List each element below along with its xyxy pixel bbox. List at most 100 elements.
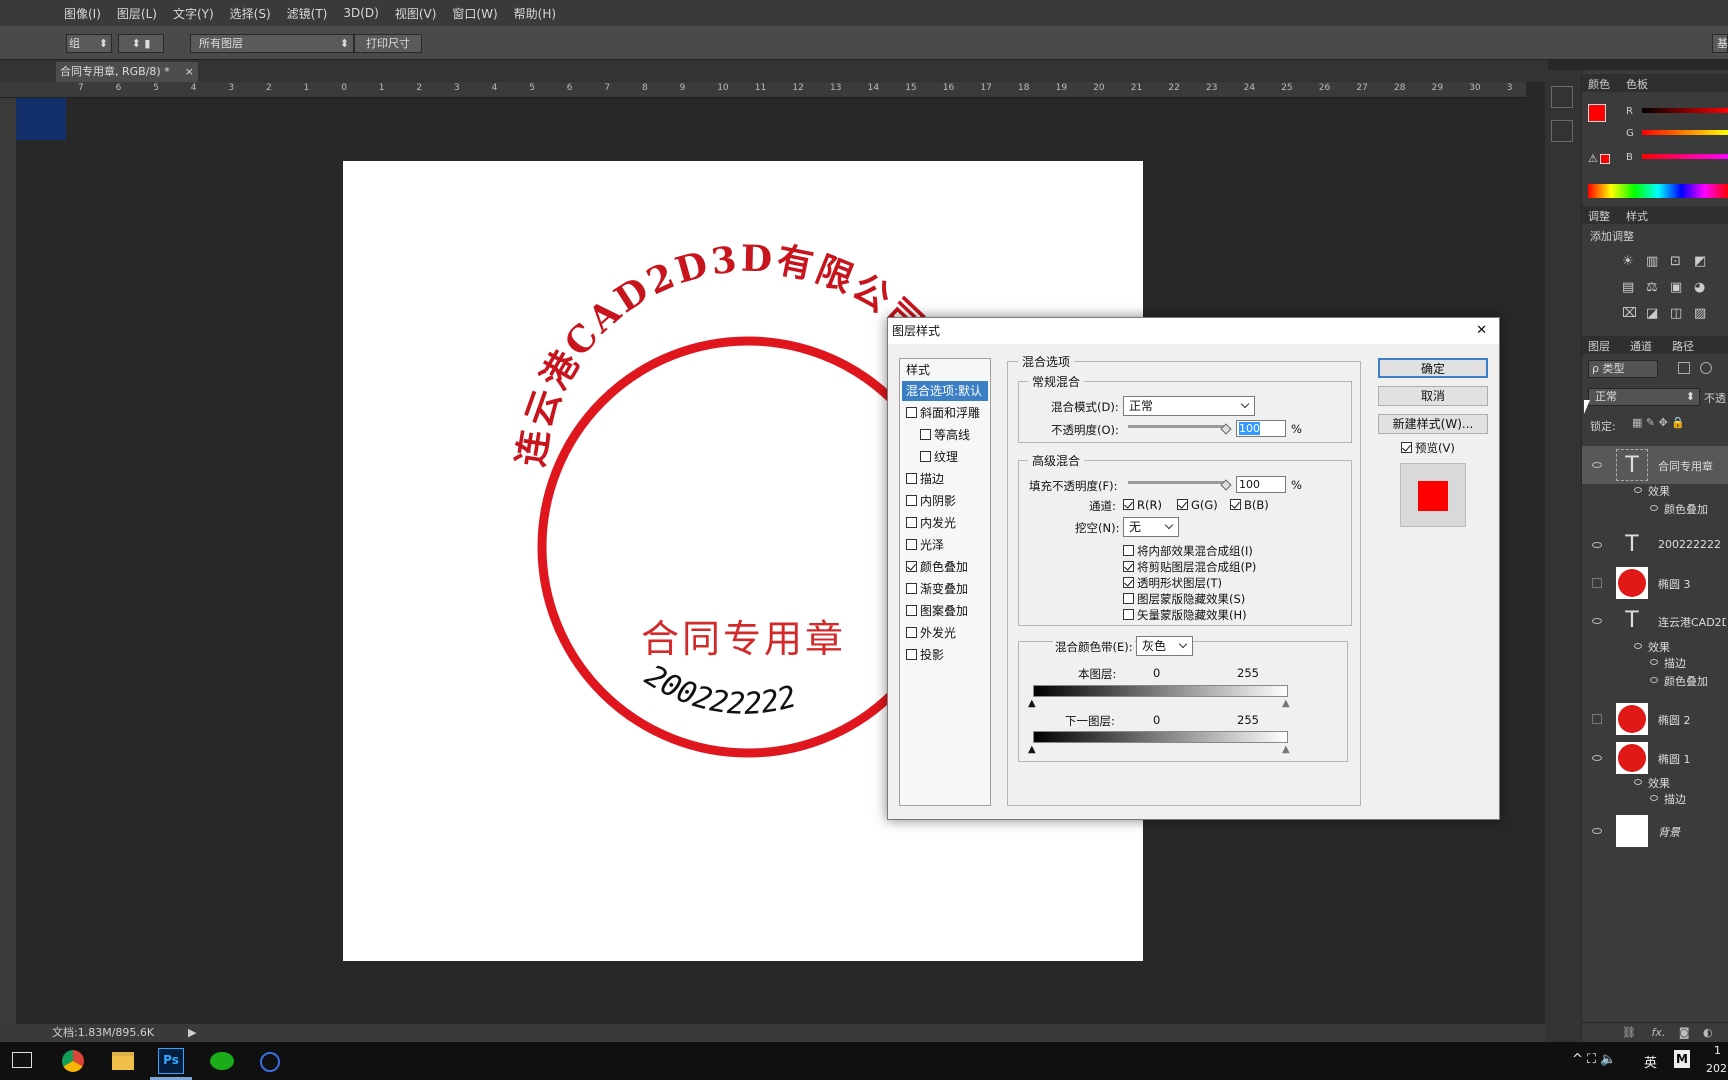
group-select[interactable]: 组 ⬍	[66, 34, 112, 53]
advanced-option[interactable]: 将内部效果混合成组(I)	[1123, 543, 1253, 559]
opacity-slider[interactable]	[1128, 425, 1226, 428]
image-filter-icon[interactable]	[1678, 362, 1690, 374]
adjustment-icon[interactable]: ◪	[1646, 306, 1658, 321]
advanced-option[interactable]: 图层蒙版隐藏效果(S)	[1123, 591, 1245, 607]
new-style-button[interactable]: 新建样式(W)...	[1378, 414, 1488, 434]
layer-effect-row[interactable]: 描边	[1582, 790, 1728, 806]
eye-icon[interactable]	[1592, 542, 1602, 548]
channel-g-check[interactable]	[1177, 499, 1188, 510]
layer-effect-row[interactable]: 效果	[1582, 638, 1728, 654]
eye-icon[interactable]	[1650, 659, 1658, 665]
tab-swatches[interactable]: 色板	[1626, 76, 1648, 92]
adjustment-icon[interactable]: ▨	[1694, 306, 1706, 321]
knockout-select[interactable]: 无	[1123, 517, 1179, 537]
tab-channels[interactable]: 通道	[1630, 338, 1652, 354]
fx-icon[interactable]: fx.	[1651, 1026, 1665, 1039]
advanced-option[interactable]: 将剪贴图层混合成组(P)	[1123, 559, 1256, 575]
advanced-option-checkbox[interactable]	[1123, 577, 1134, 588]
ok-button[interactable]: 确定	[1378, 358, 1488, 378]
menu-view[interactable]: 视图(V)	[395, 5, 437, 22]
style-item[interactable]: 纹理	[902, 447, 988, 467]
cancel-button[interactable]: 取消	[1378, 386, 1488, 406]
preview-check[interactable]	[1401, 442, 1412, 453]
style-item-checkbox[interactable]	[906, 539, 917, 550]
app-icon[interactable]	[260, 1052, 280, 1072]
style-item[interactable]: 描边	[902, 469, 988, 489]
layer-row[interactable]: T 200222222	[1582, 526, 1728, 564]
style-item-checkbox[interactable]	[906, 517, 917, 528]
layer-row[interactable]: 背景	[1582, 812, 1728, 850]
g-slider[interactable]	[1642, 130, 1728, 135]
eye-icon[interactable]	[1592, 618, 1602, 624]
menu-3d[interactable]: 3D(D)	[343, 6, 378, 20]
layer-effect-row[interactable]: 描边	[1582, 654, 1728, 670]
style-item-checkbox[interactable]	[906, 473, 917, 484]
tray-icons[interactable]: ^ ⛶ 🔈	[1572, 1052, 1616, 1067]
style-item[interactable]: 混合选项:默认	[902, 381, 988, 401]
style-item-checkbox[interactable]	[920, 429, 931, 440]
color-spectrum[interactable]	[1588, 184, 1728, 198]
adjustment-icon[interactable]: ▥	[1646, 254, 1658, 269]
channel-b-checkbox[interactable]: B(B)	[1230, 498, 1269, 512]
style-item-checkbox[interactable]	[906, 649, 917, 660]
layer-row[interactable]: T 连云港CAD2D	[1582, 602, 1728, 640]
mask-icon[interactable]: ◙	[1679, 1026, 1690, 1039]
chrome-icon[interactable]	[62, 1050, 84, 1072]
layer-effect-row[interactable]: 效果	[1582, 482, 1728, 498]
adjustment-icon[interactable]: ▣	[1670, 280, 1682, 295]
b-slider[interactable]	[1642, 154, 1728, 159]
style-item-checkbox[interactable]	[906, 605, 917, 616]
advanced-option-checkbox[interactable]	[1123, 609, 1134, 620]
channel-r-checkbox[interactable]: R(R)	[1123, 498, 1162, 512]
style-item[interactable]: 等高线	[902, 425, 988, 445]
workspace-button[interactable]: 基	[1712, 34, 1728, 53]
status-arrow-icon[interactable]: ▶	[188, 1024, 196, 1042]
layer-row[interactable]: T 合同专用章	[1582, 446, 1728, 484]
layer-row[interactable]: 椭圆 2	[1582, 700, 1728, 738]
layers-scope-select[interactable]: 所有图层 ⬍	[190, 34, 354, 53]
under-layer-gradient[interactable]	[1033, 731, 1288, 743]
transform-toggle[interactable]: ⬍ ▮	[118, 34, 164, 53]
eye-icon[interactable]	[1592, 755, 1602, 761]
properties-icon[interactable]	[1551, 126, 1573, 148]
adjustment-icon[interactable]: ◫	[1670, 306, 1682, 321]
document-tab-close-icon[interactable]: ×	[185, 62, 194, 82]
menu-layer[interactable]: 图层(L)	[117, 5, 157, 22]
style-item-checkbox[interactable]	[906, 627, 917, 638]
menu-type[interactable]: 文字(Y)	[173, 5, 214, 22]
blend-mode-select[interactable]: 正常 ⬍	[1588, 388, 1700, 406]
eye-icon[interactable]	[1592, 462, 1602, 468]
style-item-checkbox[interactable]	[906, 495, 917, 506]
this-layer-gradient[interactable]	[1033, 685, 1288, 697]
menu-select[interactable]: 选择(S)	[230, 5, 271, 22]
file-explorer-icon[interactable]	[112, 1052, 134, 1070]
eye-icon[interactable]	[1634, 487, 1642, 493]
menu-filter[interactable]: 滤镜(T)	[287, 5, 328, 22]
task-view-icon[interactable]	[12, 1052, 32, 1068]
adjustment-icon[interactable]: ◩	[1694, 254, 1706, 269]
tab-paths[interactable]: 路径	[1672, 338, 1694, 354]
link-icon[interactable]: ⛓	[1622, 1026, 1636, 1039]
menu-help[interactable]: 帮助(H)	[514, 5, 556, 22]
style-item[interactable]: 渐变叠加	[902, 579, 988, 599]
style-item[interactable]: 内发光	[902, 513, 988, 533]
under-layer-right-handle[interactable]: ▲	[1282, 744, 1290, 755]
layer-row[interactable]: 椭圆 1	[1582, 739, 1728, 777]
blend-mode-select[interactable]: 正常	[1123, 396, 1255, 416]
layer-effect-row[interactable]: 效果	[1582, 774, 1728, 790]
eye-icon[interactable]	[1650, 505, 1658, 511]
adjustment-icon[interactable]: ▤	[1622, 280, 1634, 295]
adjust-layer-icon[interactable]: ◐	[1703, 1026, 1713, 1039]
fill-input[interactable]: 100	[1236, 476, 1286, 493]
preview-checkbox[interactable]: 预览(V)	[1401, 440, 1455, 456]
style-item[interactable]: 颜色叠加	[902, 557, 988, 577]
dialog-close-icon[interactable]: ✕	[1476, 318, 1487, 344]
this-layer-right-handle[interactable]: ▲	[1282, 698, 1290, 709]
style-item-checkbox[interactable]	[906, 561, 917, 572]
advanced-option-checkbox[interactable]	[1123, 593, 1134, 604]
opacity-input[interactable]: 100	[1236, 420, 1286, 437]
under-layer-left-handle[interactable]: ▲	[1028, 744, 1036, 755]
document-tab[interactable]: 合同专用章, RGB/8) * ×	[56, 62, 198, 82]
style-item[interactable]: 投影	[902, 645, 988, 665]
ime-indicator[interactable]: 英	[1644, 1052, 1657, 1071]
